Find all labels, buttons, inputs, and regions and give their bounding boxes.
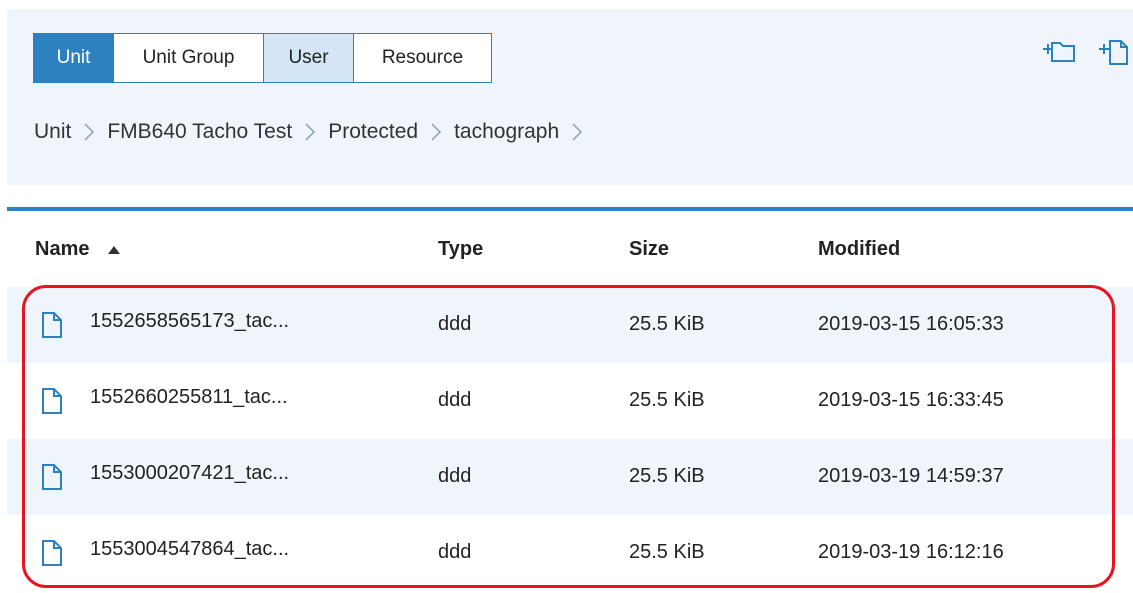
table-row[interactable]: 1553004547864_tac... ddd 25.5 KiB 2019-0… [7,515,1133,591]
file-size: 25.5 KiB [629,464,705,487]
table-row[interactable]: 1553000207421_tac... ddd 25.5 KiB 2019-0… [7,439,1133,515]
file-table: Name Type Size Modified 1552658565173_ta… [7,207,1133,591]
file-name-cell: 1553000207421_tac... [7,461,417,490]
file-type: ddd [438,464,472,487]
sort-ascending-icon[interactable] [107,238,121,261]
file-icon [42,540,62,566]
add-folder-icon[interactable] [1041,37,1077,67]
file-icon [42,312,62,338]
file-name: 1553004547864_tac... [90,537,290,560]
file-type: ddd [438,312,472,335]
chevron-right-icon [566,121,588,144]
file-size: 25.5 KiB [629,312,705,335]
file-modified: 2019-03-19 14:59:37 [818,464,1004,487]
column-header-name[interactable]: Name [7,238,417,261]
breadcrumb-item-tachograph[interactable]: tachograph [454,120,559,144]
file-size: 25.5 KiB [629,540,705,563]
file-icon [42,464,62,490]
chevron-right-icon [78,121,100,144]
file-size: 25.5 KiB [629,388,705,411]
header-panel: Unit Unit Group User Resource Unit FMB64… [7,9,1133,185]
column-header-type[interactable]: Type [417,238,602,261]
breadcrumb-item-unit-name[interactable]: FMB640 Tacho Test [107,120,292,144]
table-row[interactable]: 1552658565173_tac... ddd 25.5 KiB 2019-0… [7,287,1133,363]
file-name-cell: 1553004547864_tac... [7,537,417,566]
tab-user[interactable]: User [264,34,354,82]
file-modified: 2019-03-15 16:05:33 [818,312,1004,335]
column-header-size[interactable]: Size [602,238,793,261]
tab-unit-group[interactable]: Unit Group [114,34,264,82]
file-type: ddd [438,388,472,411]
file-name: 1552658565173_tac... [90,309,290,332]
file-name: 1552660255811_tac... [90,385,288,408]
file-name-cell: 1552658565173_tac... [7,309,417,338]
file-modified: 2019-03-19 16:12:16 [818,540,1004,563]
file-icon [42,388,62,414]
file-modified: 2019-03-15 16:33:45 [818,388,1004,411]
header-actions [1041,37,1133,67]
table-row[interactable]: 1552660255811_tac... ddd 25.5 KiB 2019-0… [7,363,1133,439]
entity-tabs: Unit Unit Group User Resource [33,33,492,83]
add-file-icon[interactable] [1097,37,1133,67]
breadcrumb: Unit FMB640 Tacho Test Protected tachogr… [34,120,595,144]
file-name-cell: 1552660255811_tac... [7,385,417,414]
chevron-right-icon [425,121,447,144]
column-header-name-label: Name [35,237,90,260]
chevron-right-icon [299,121,321,144]
file-type: ddd [438,540,472,563]
table-header: Name Type Size Modified [7,211,1133,287]
breadcrumb-item-protected[interactable]: Protected [328,120,418,144]
breadcrumb-item-unit[interactable]: Unit [34,120,71,144]
column-header-modified[interactable]: Modified [793,238,1133,261]
file-name: 1553000207421_tac... [90,461,290,484]
tab-unit[interactable]: Unit [34,34,114,82]
tab-resource[interactable]: Resource [354,34,491,82]
